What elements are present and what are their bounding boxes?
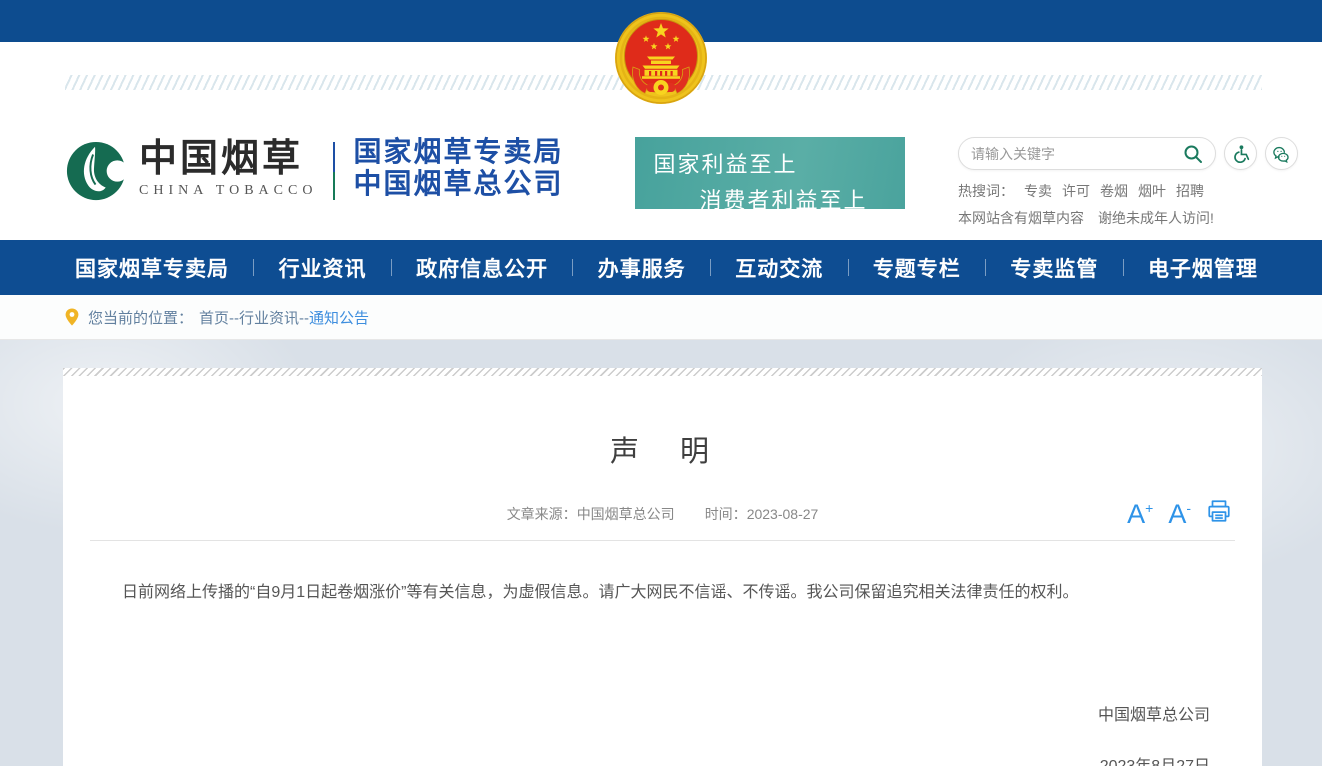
nav-item-interaction[interactable]: 互动交流 bbox=[735, 253, 823, 283]
nav-item-special-topics[interactable]: 专题专栏 bbox=[873, 253, 961, 283]
nav-separator bbox=[1123, 259, 1124, 276]
breadcrumb-path[interactable]: 首页--行业资讯-- bbox=[199, 307, 309, 328]
org-line-1: 国家烟草专卖局 bbox=[353, 137, 563, 169]
location-pin-icon bbox=[65, 308, 79, 326]
org-names: 国家烟草专卖局 中国烟草总公司 bbox=[353, 137, 563, 201]
nav-item-services[interactable]: 办事服务 bbox=[598, 253, 686, 283]
logo-cn-text: 中国烟草 bbox=[139, 137, 317, 181]
article-signature: 中国烟草总公司 bbox=[63, 701, 1262, 725]
slogan-line-1: 国家利益至上 bbox=[653, 147, 905, 179]
search-box[interactable] bbox=[958, 137, 1216, 170]
nav-item-ecigarette[interactable]: 电子烟管理 bbox=[1148, 253, 1258, 283]
nav-separator bbox=[572, 259, 573, 276]
accessibility-button[interactable] bbox=[1224, 137, 1257, 170]
hot-term-yanye[interactable]: 烟叶 bbox=[1138, 181, 1166, 201]
article-card: 声 明 文章来源：中国烟草总公司时间：2023-08-27 A+ A- 日前网络… bbox=[63, 368, 1262, 766]
national-emblem-icon bbox=[611, 10, 711, 112]
breadcrumb-prefix: 您当前的位置： bbox=[88, 307, 193, 328]
meta-divider bbox=[90, 540, 1235, 541]
breadcrumb: 您当前的位置： 首页--行业资讯-- 通知公告 bbox=[0, 295, 1322, 340]
logo-en-text: CHINA TOBACCO bbox=[139, 183, 317, 199]
site-header: 中国烟草 CHINA TOBACCO 国家烟草专卖局 中国烟草总公司 国家利益至… bbox=[0, 42, 1322, 240]
nav-separator bbox=[848, 259, 849, 276]
card-top-hatch-decoration bbox=[63, 368, 1262, 376]
nav-separator bbox=[985, 259, 986, 276]
nav-separator bbox=[710, 259, 711, 276]
font-decrease-button[interactable]: A- bbox=[1168, 494, 1191, 528]
china-tobacco-leaf-icon bbox=[65, 140, 127, 202]
time-value: 2023-08-27 bbox=[747, 506, 819, 522]
nav-item-gov-info[interactable]: 政府信息公开 bbox=[416, 253, 548, 283]
wechat-button[interactable] bbox=[1265, 137, 1298, 170]
article-meta-row: 文章来源：中国烟草总公司时间：2023-08-27 A+ A- bbox=[63, 504, 1262, 524]
font-increase-button[interactable]: A+ bbox=[1127, 494, 1153, 528]
nav-item-monopoly-bureau[interactable]: 国家烟草专卖局 bbox=[75, 253, 229, 283]
print-icon[interactable] bbox=[1206, 498, 1232, 524]
hot-term-zhuanmai[interactable]: 专卖 bbox=[1024, 181, 1052, 201]
hot-term-zhaopin[interactable]: 招聘 bbox=[1176, 181, 1204, 201]
hot-term-xuke[interactable]: 许可 bbox=[1062, 181, 1090, 201]
hot-term-juanyan[interactable]: 卷烟 bbox=[1100, 181, 1128, 201]
source-label: 文章来源： bbox=[507, 506, 577, 522]
search-icon[interactable] bbox=[1183, 144, 1203, 164]
time-label: 时间： bbox=[705, 506, 747, 522]
wechat-icon bbox=[1272, 145, 1292, 163]
slogan-banner: 国家利益至上 消费者利益至上 bbox=[635, 137, 905, 209]
hot-search-row: 热搜词： 专卖 许可 卷烟 烟叶 招聘 bbox=[958, 181, 1298, 201]
main-nav: 国家烟草专卖局 行业资讯 政府信息公开 办事服务 互动交流 专题专栏 专卖监管 … bbox=[0, 240, 1322, 295]
breadcrumb-link-notices[interactable]: 通知公告 bbox=[309, 307, 369, 328]
article-title: 声 明 bbox=[63, 428, 1262, 470]
minor-access-notice: 本网站含有烟草内容 谢绝未成年人访问! bbox=[958, 208, 1298, 228]
accessibility-icon bbox=[1231, 144, 1250, 163]
nav-item-industry-news[interactable]: 行业资讯 bbox=[279, 253, 367, 283]
source-value: 中国烟草总公司 bbox=[577, 506, 675, 522]
article-date: 2023年8月27日 bbox=[63, 752, 1262, 766]
brand-logo[interactable]: 中国烟草 CHINA TOBACCO bbox=[65, 137, 317, 202]
nav-separator bbox=[253, 259, 254, 276]
nav-item-monopoly-supervision[interactable]: 专卖监管 bbox=[1010, 253, 1098, 283]
org-line-2: 中国烟草总公司 bbox=[353, 169, 563, 201]
hot-search-label: 热搜词： bbox=[958, 181, 1014, 201]
page-background: 声 明 文章来源：中国烟草总公司时间：2023-08-27 A+ A- 日前网络… bbox=[0, 340, 1322, 766]
header-divider bbox=[333, 142, 335, 200]
article-body: 日前网络上传播的“自9月1日起卷烟涨价”等有关信息，为虚假信息。请广大网民不信谣… bbox=[90, 579, 1235, 606]
slogan-line-2: 消费者利益至上 bbox=[653, 183, 905, 215]
nav-separator bbox=[391, 259, 392, 276]
search-input[interactable] bbox=[971, 146, 1183, 162]
